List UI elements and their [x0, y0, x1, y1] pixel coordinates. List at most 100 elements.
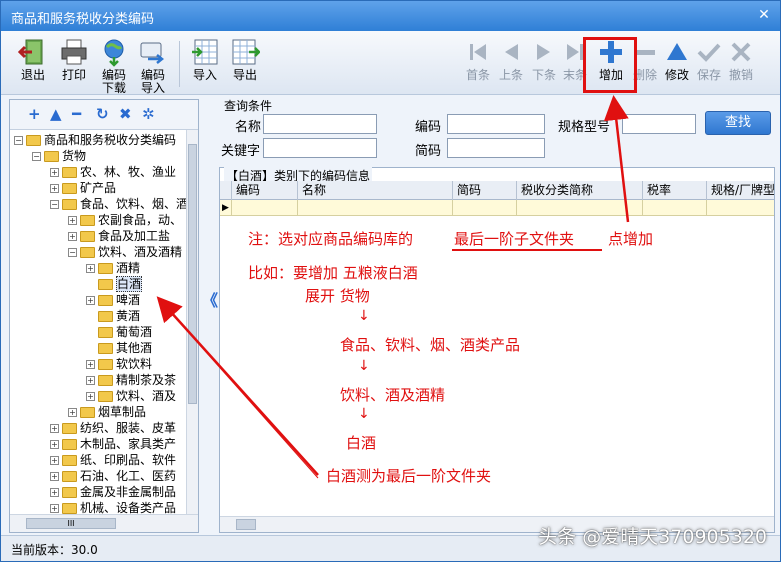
tree-node[interactable]: − 食品、饮料、烟、酒: [50, 196, 186, 212]
down-arrow-icon: ↓: [358, 358, 370, 374]
folder-icon: [62, 423, 77, 434]
tree-node[interactable]: + 石油、化工、医药: [50, 468, 176, 484]
expand-icon[interactable]: +: [86, 360, 95, 369]
tree-node[interactable]: + 纺织、服装、皮革: [50, 420, 176, 436]
tree-node[interactable]: + 软饮料: [86, 356, 152, 372]
grid-col-code[interactable]: 编码: [232, 181, 298, 200]
tree-node[interactable]: 其他酒: [86, 340, 152, 356]
collapse-icon[interactable]: −: [68, 248, 77, 257]
expand-icon[interactable]: +: [50, 184, 59, 193]
tree-node[interactable]: + 木制品、家具类产: [50, 436, 176, 452]
tree-vertical-scrollbar[interactable]: [186, 130, 198, 514]
table-row[interactable]: ▶: [220, 200, 774, 216]
folder-icon: [98, 311, 113, 322]
expand-icon[interactable]: +: [86, 392, 95, 401]
tree-node[interactable]: + 矿产品: [50, 180, 116, 196]
tree-node[interactable]: + 农、林、牧、渔业: [50, 164, 176, 180]
tree-node[interactable]: + 烟草制品: [68, 404, 146, 420]
table-cell[interactable]: [232, 200, 298, 216]
collapse-panel-icon[interactable]: 《: [202, 287, 218, 311]
expand-icon[interactable]: +: [86, 296, 95, 305]
import-sheet-icon: [192, 39, 218, 65]
tree-refresh-icon[interactable]: ↻: [96, 105, 109, 123]
folder-icon: [98, 391, 113, 402]
grid-col-abbr[interactable]: 简码: [453, 181, 517, 200]
tree-node[interactable]: + 纸、印刷品、软件: [50, 452, 176, 468]
collapse-icon[interactable]: −: [50, 200, 59, 209]
version-text: 当前版本：30.0: [11, 543, 98, 557]
tree-node[interactable]: + 精制茶及茶: [86, 372, 176, 388]
expand-icon[interactable]: +: [50, 440, 59, 449]
tree-horizontal-scrollbar[interactable]: III: [10, 514, 198, 532]
export-button[interactable]: 导出: [225, 37, 265, 93]
tree-node[interactable]: + 啤酒: [86, 292, 140, 308]
collapse-icon[interactable]: −: [14, 136, 23, 145]
import-button[interactable]: 导入: [185, 37, 225, 93]
tree-horizontal-scroll-thumb[interactable]: III: [26, 518, 116, 529]
tree-expand-icon[interactable]: ✖: [119, 105, 132, 123]
search-button[interactable]: 查找: [705, 111, 771, 135]
folder-icon: [98, 359, 113, 370]
code-input[interactable]: [447, 114, 545, 134]
tree-node[interactable]: + 食品及加工盐: [68, 228, 170, 244]
tree-node[interactable]: 白酒: [86, 276, 143, 292]
code-import-button[interactable]: 编码 导入: [133, 37, 173, 95]
note-suffix: 点增加: [608, 230, 654, 248]
table-cell[interactable]: [643, 200, 707, 216]
tree-node[interactable]: − 饮料、酒及酒精: [68, 244, 182, 260]
triangle-edit-icon: [667, 43, 687, 60]
tree-toolbar: + ▲ ━ ↻ ✖ ✲: [10, 100, 198, 130]
globe-download-icon: [104, 39, 124, 67]
row-marker-icon: ▶: [220, 200, 232, 216]
prev-record-icon: [505, 44, 518, 60]
keyword-input[interactable]: [263, 138, 377, 158]
tree-node[interactable]: 黄酒: [86, 308, 140, 324]
print-button[interactable]: 打印: [54, 37, 94, 93]
expand-icon[interactable]: +: [86, 264, 95, 273]
code-download-button[interactable]: 编码 下载: [94, 37, 134, 95]
folder-icon: [62, 439, 77, 450]
tree-node[interactable]: − 商品和服务税收分类编码: [14, 132, 176, 148]
expand-icon[interactable]: +: [50, 456, 59, 465]
exit-button[interactable]: 退出: [13, 37, 53, 93]
expand-icon[interactable]: +: [86, 376, 95, 385]
table-cell[interactable]: [298, 200, 453, 216]
expand-icon[interactable]: +: [50, 168, 59, 177]
expand-icon[interactable]: +: [50, 472, 59, 481]
grid-col-tax-category[interactable]: 税收分类简称: [517, 181, 643, 200]
expand-icon[interactable]: +: [68, 232, 77, 241]
expand-icon[interactable]: +: [68, 408, 77, 417]
watermark: 头条 @爱晴天370905320: [538, 526, 767, 548]
tree-node[interactable]: 葡萄酒: [86, 324, 152, 340]
abbr-input[interactable]: [447, 138, 545, 158]
folder-icon: [80, 231, 95, 242]
expand-icon[interactable]: +: [50, 504, 59, 513]
expand-icon[interactable]: +: [50, 424, 59, 433]
tree-node-label: 商品和服务税收分类编码: [44, 133, 177, 147]
tree-settings-icon[interactable]: ✲: [142, 105, 155, 123]
tree-vertical-scroll-thumb[interactable]: [188, 144, 197, 404]
tree-remove-icon[interactable]: ━: [72, 105, 81, 123]
tree-node[interactable]: + 金属及非金属制品: [50, 484, 176, 500]
name-input[interactable]: [263, 114, 377, 134]
grid-col-tax-rate[interactable]: 税率: [643, 181, 707, 200]
table-cell[interactable]: [453, 200, 517, 216]
spec-label: 规格型号: [558, 120, 611, 135]
collapse-icon[interactable]: −: [32, 152, 41, 161]
tree-node[interactable]: + 酒精: [86, 260, 140, 276]
tree-add-icon[interactable]: +: [28, 105, 41, 123]
table-cell[interactable]: [517, 200, 643, 216]
grid-col-name[interactable]: 名称: [298, 181, 453, 200]
grid-horizontal-scroll-thumb[interactable]: [236, 519, 256, 530]
tree-node[interactable]: + 农副食品，动、: [68, 212, 182, 228]
tree-node[interactable]: + 机械、设备类产品: [50, 500, 176, 514]
close-icon[interactable]: ✕: [754, 6, 774, 24]
grid-col-spec[interactable]: 规格/厂牌型: [707, 181, 774, 200]
tree-node[interactable]: + 饮料、酒及: [86, 388, 176, 404]
tree-move-up-icon[interactable]: ▲: [50, 105, 62, 123]
expand-icon[interactable]: +: [68, 216, 77, 225]
spec-input[interactable]: [622, 114, 696, 134]
expand-icon[interactable]: +: [50, 488, 59, 497]
tree-node[interactable]: − 货物: [32, 148, 86, 164]
undo-button[interactable]: 撤销: [721, 37, 761, 93]
